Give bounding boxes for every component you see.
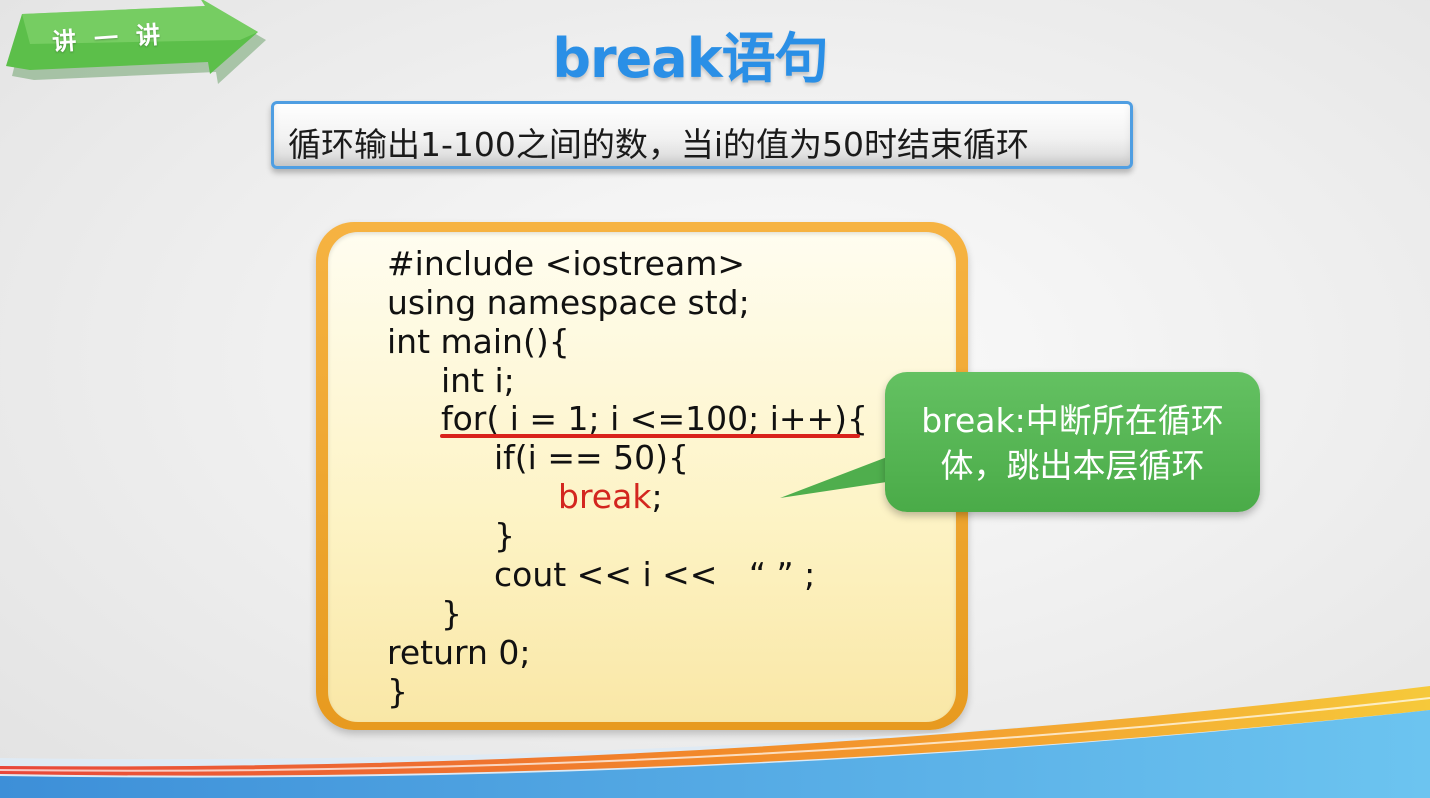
code-line-1: #include <iostream> <box>387 244 746 283</box>
subtitle-bar: 循环输出1-100之间的数，当i的值为50时结束循环 <box>271 101 1133 169</box>
code-line-9: cout << i << “ ” ; <box>494 555 816 594</box>
callout-bubble: break:中断所在循环 体，跳出本层循环 <box>885 372 1260 512</box>
code-line-6: if(i == 50){ <box>494 438 689 477</box>
code-line-8: } <box>494 516 515 555</box>
code-line-3: int main(){ <box>387 322 570 361</box>
code-line-10: } <box>441 594 462 633</box>
subtitle-text: 循环输出1-100之间的数，当i的值为50时结束循环 <box>288 125 1030 164</box>
callout-line-1: break:中断所在循环 <box>921 401 1224 440</box>
code-line-4: int i; <box>441 361 515 400</box>
callout-line-2: 体，跳出本层循环 <box>940 446 1205 485</box>
bottom-swoosh <box>0 686 1430 798</box>
page-title: break语句 <box>552 27 828 90</box>
code-line-7: break; <box>558 477 663 516</box>
for-loop-underline <box>440 434 860 438</box>
break-keyword: break <box>558 477 652 516</box>
code-line-5: for( i = 1; i <=100; i++){ <box>441 399 869 438</box>
callout-text: break:中断所在循环 体，跳出本层循环 <box>885 398 1260 488</box>
code-line-2: using namespace std; <box>387 283 750 322</box>
break-semicolon: ; <box>651 477 663 516</box>
